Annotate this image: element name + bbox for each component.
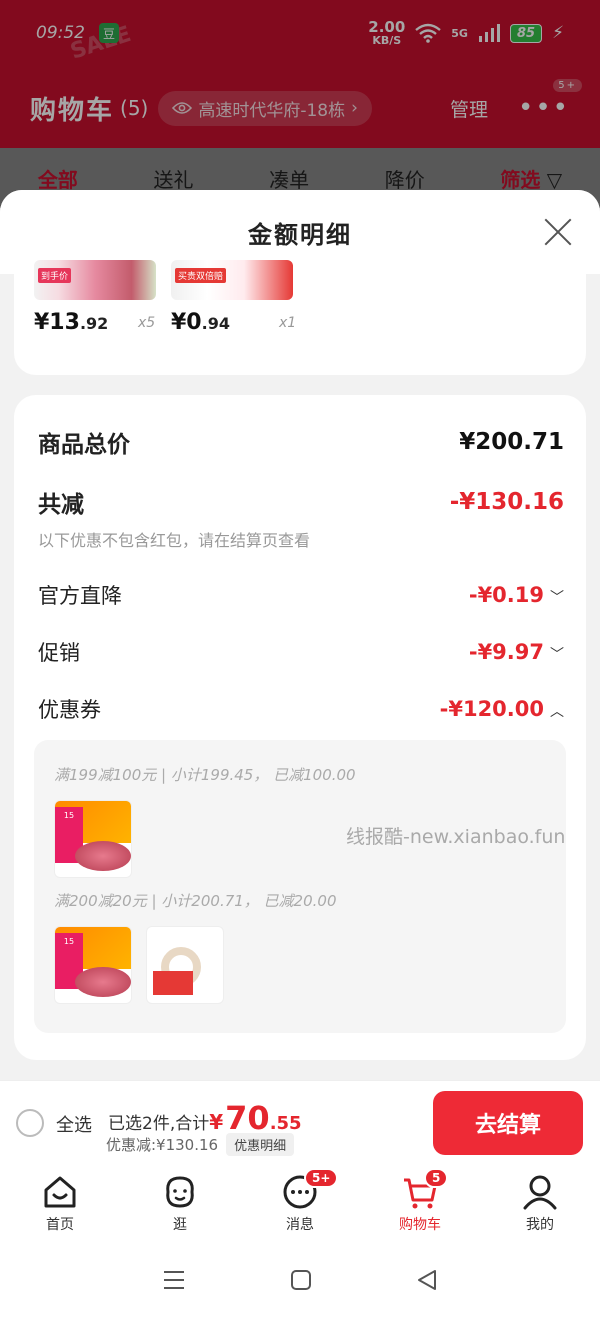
total-reduction-label: 共减 bbox=[38, 492, 84, 518]
total-price-row: 商品总价 ¥200.71 bbox=[38, 425, 564, 459]
profile-icon bbox=[523, 1175, 557, 1210]
total-price-label: 商品总价 bbox=[38, 432, 130, 458]
discount-amount: 优惠减:¥130.16 bbox=[106, 1136, 219, 1154]
official-discount-label: 官方直降 bbox=[38, 584, 122, 608]
selected-total: 已选2件,合计 ¥70.55 bbox=[108, 1099, 302, 1137]
tab-home[interactable]: 首页 bbox=[0, 1164, 120, 1240]
coupon-row[interactable]: 优惠券 -¥120.00 ︿ bbox=[38, 694, 564, 724]
total-reduction-value: -¥130.16 bbox=[449, 489, 564, 515]
official-discount-value: -¥0.19 bbox=[468, 583, 544, 607]
browse-icon bbox=[166, 1176, 194, 1208]
coupon-detail-box: 满199减100元 | 小计199.45， 已减100.00 15 满200减2… bbox=[34, 740, 566, 1033]
select-all-radio[interactable] bbox=[16, 1109, 44, 1137]
promotion-value: -¥9.97 bbox=[468, 640, 544, 664]
promotion-label: 促销 bbox=[38, 641, 80, 665]
sheet-title: 金额明细 bbox=[248, 220, 352, 249]
product-thumbnail: 到手价 bbox=[34, 260, 156, 300]
cart-badge: 5 bbox=[424, 1168, 449, 1188]
bottom-tab-bar: 首页 逛 消息 5+ 购物车 5 我的 bbox=[0, 1164, 600, 1240]
checkout-button[interactable]: 去结算 bbox=[433, 1091, 583, 1155]
home-button-icon[interactable] bbox=[290, 1269, 312, 1291]
product-thumbnail: 买贵双倍赔 bbox=[171, 260, 293, 300]
tab-browse[interactable]: 逛 bbox=[120, 1164, 240, 1240]
coupon-rule-text: 满200减20元 | 小计200.71， 已减20.00 bbox=[54, 892, 337, 910]
close-icon[interactable] bbox=[544, 218, 572, 246]
tab-cart[interactable]: 购物车 5 bbox=[360, 1164, 480, 1240]
item-quantity: x1 bbox=[279, 315, 297, 331]
discount-note: 以下优惠不包含红包，请在结算页查看 bbox=[38, 531, 311, 550]
recent-apps-icon[interactable] bbox=[162, 1269, 186, 1291]
item-price: ¥13.92 bbox=[34, 310, 109, 335]
chevron-down-icon[interactable]: ﹀ bbox=[550, 644, 564, 664]
product-image-meat[interactable]: 15 bbox=[54, 800, 132, 878]
coupon-value: -¥120.00 bbox=[439, 697, 544, 721]
message-badge: 5+ bbox=[304, 1168, 339, 1188]
chevron-down-icon[interactable]: ﹀ bbox=[550, 587, 564, 607]
total-price-value: ¥200.71 bbox=[459, 429, 564, 455]
select-all-label[interactable]: 全选 bbox=[56, 1111, 92, 1137]
coupon-label: 优惠券 bbox=[38, 698, 101, 722]
coupon-rule-text: 满199减100元 | 小计199.45， 已减100.00 bbox=[54, 766, 356, 784]
watermark-text: 线报酷-new.xianbao.fun bbox=[346, 826, 566, 848]
total-reduction-row: 共减 -¥130.16 bbox=[38, 485, 564, 519]
items-summary-card: 到手价 ¥13.92 x5 买贵双倍赔 ¥0.94 x1 bbox=[14, 260, 586, 375]
promotion-row[interactable]: 促销 -¥9.97 ﹀ bbox=[38, 637, 564, 667]
tab-messages[interactable]: 消息 5+ bbox=[240, 1164, 360, 1240]
item-price: ¥0.94 bbox=[171, 310, 230, 335]
product-image-tape[interactable] bbox=[146, 926, 224, 1004]
system-nav-bar bbox=[0, 1240, 600, 1320]
price-breakdown-card: 商品总价 ¥200.71 共减 -¥130.16 以下优惠不包含红包，请在结算页… bbox=[14, 395, 586, 1060]
checkout-bar: 全选 已选2件,合计 ¥70.55 优惠减:¥130.16 优惠明细 去结算 bbox=[0, 1080, 600, 1164]
amount-detail-sheet: 金额明细 到手价 ¥13.92 x5 买贵双倍赔 ¥0.94 x1 商品总价 ¥… bbox=[0, 190, 600, 1080]
item-quantity: x5 bbox=[138, 315, 156, 331]
chevron-up-icon[interactable]: ︿ bbox=[550, 701, 564, 721]
discount-summary: 优惠减:¥130.16 优惠明细 bbox=[106, 1133, 295, 1156]
home-icon bbox=[44, 1176, 76, 1208]
product-image-meat[interactable]: 15 bbox=[54, 926, 132, 1004]
back-icon[interactable] bbox=[416, 1269, 438, 1291]
discount-detail-button[interactable]: 优惠明细 bbox=[226, 1133, 295, 1156]
tab-profile[interactable]: 我的 bbox=[480, 1164, 600, 1240]
official-discount-row[interactable]: 官方直降 -¥0.19 ﹀ bbox=[38, 580, 564, 610]
